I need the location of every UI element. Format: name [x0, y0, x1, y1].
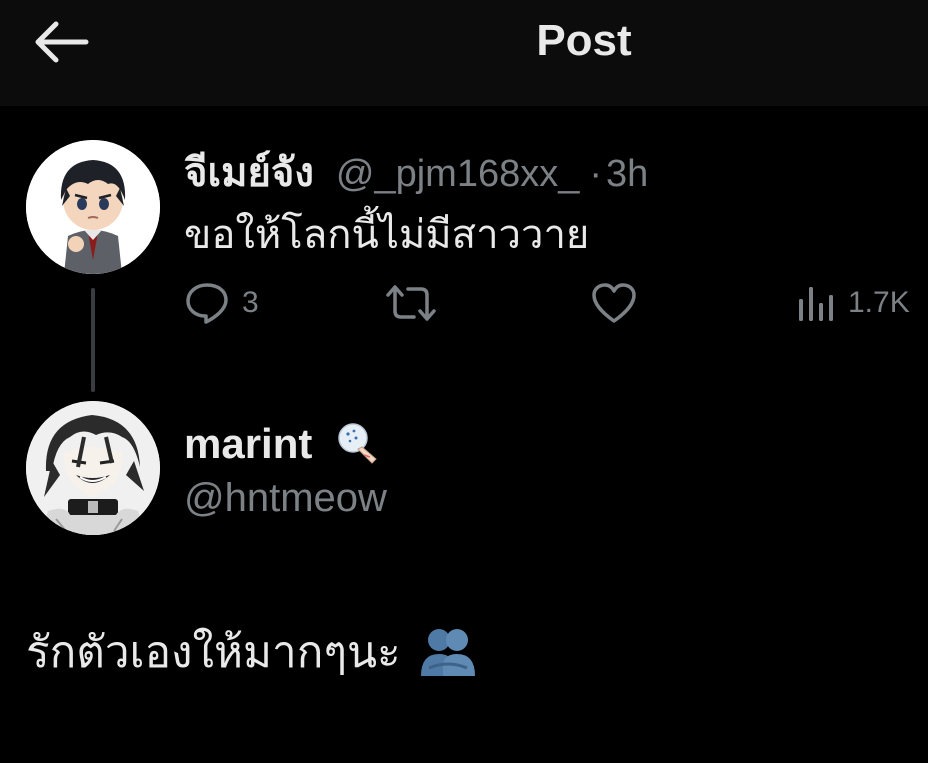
reply-author-name-row: marint [184, 420, 380, 468]
post-text: ขอให้โลกนี้ไม่มีสาววาย [184, 213, 590, 257]
avatar[interactable] [26, 401, 160, 535]
user-handle[interactable]: @_pjm168xx_ [336, 153, 579, 196]
avatar[interactable] [26, 140, 160, 274]
people-hugging-icon [420, 629, 475, 676]
retweet-icon [386, 285, 436, 321]
post-header: จีเมย์จัง @_pjm168xx_ · 3h [184, 140, 648, 195]
figurine-boy-avatar [26, 140, 160, 274]
top-bar: Post [0, 0, 928, 106]
reply-post-body: รักตัวเองให้มากๆนะ [26, 617, 479, 687]
paper-fan-icon [338, 423, 378, 464]
like-button[interactable] [590, 278, 638, 328]
user-handle[interactable]: @hntmeow [184, 476, 387, 521]
views-button[interactable]: 1.7K [796, 278, 910, 328]
display-name[interactable]: marint [184, 420, 312, 468]
thread-connector-line [91, 288, 95, 392]
post-detail-page: Post จีเมย์จัง @_pjm168xx_ · 3h ขอให้โลก… [0, 0, 928, 763]
views-count: 1.7K [848, 286, 910, 319]
separator-dot: · [589, 153, 603, 195]
reply-text: รักตัวเองให้มากๆนะ [26, 628, 401, 677]
display-name[interactable]: จีเมย์จัง [184, 140, 314, 204]
reply-icon [186, 283, 228, 324]
views-icon [799, 287, 833, 321]
anime-character-avatar [26, 401, 160, 535]
retweet-button[interactable] [384, 278, 438, 328]
page-title: Post [536, 16, 632, 65]
heart-icon [592, 283, 636, 323]
reply-count: 3 [242, 286, 259, 319]
post-time[interactable]: 3h [606, 153, 648, 196]
post-actions: 3 1.7K [184, 278, 924, 328]
reply-button[interactable]: 3 [184, 278, 259, 328]
